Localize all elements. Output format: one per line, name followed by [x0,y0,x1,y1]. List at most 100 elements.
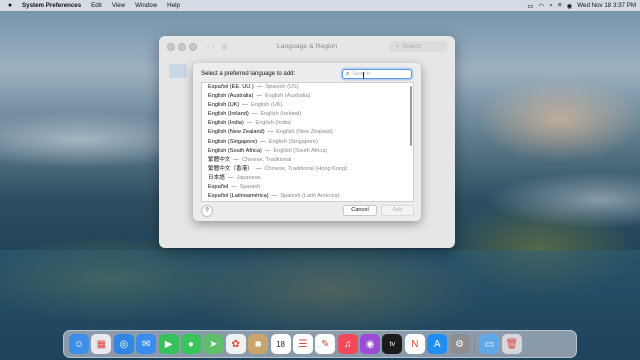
language-list-item[interactable]: 繁體中文（香港） — Chinese, Traditional (Hong Kong… [202,165,413,174]
reminders-icon[interactable]: ☰ [292,334,313,354]
system-preferences-icon[interactable]: ⚙ [449,334,470,354]
language-separator: — [256,93,262,100]
language-english-name: Spanish [239,184,261,191]
language-native-name: English (South Africa) [208,147,262,154]
photos-icon[interactable]: ✿ [225,334,246,354]
language-list-item[interactable]: Español — Spanish [202,183,413,192]
magnifier-icon: ⌕ [346,70,350,77]
language-english-name: English (South Africa) [273,147,328,154]
language-native-name: English (Australia) [208,93,254,100]
language-list-item[interactable]: English (Australia) — English (Australia) [202,92,413,101]
language-english-name: Spanish (Latin America) [280,193,340,200]
finder-icon[interactable]: ☺ [69,334,89,354]
add-button[interactable]: Add [381,205,414,216]
apple-menu-icon[interactable]: ● [6,2,14,9]
language-native-name: English (UK) [208,102,240,109]
language-native-name: English (Ireland) [208,111,249,118]
launchpad-icon[interactable]: ▦ [91,334,112,354]
text-cursor [363,72,364,79]
dock-separator [474,334,476,354]
language-separator: — [227,174,234,181]
menu-clock[interactable]: Wed Nov 18 3:37 PM [577,2,636,9]
menu-view[interactable]: View [112,2,125,9]
language-list-item[interactable]: English (Singapore) — English (Singapore) [202,138,413,147]
mail-icon[interactable]: ✉ [136,334,157,354]
podcasts-icon[interactable]: ◉ [360,334,381,354]
menu-bar: ● System Preferences Edit View Window He… [0,0,640,11]
menu-help[interactable]: Help [167,2,180,9]
messages-icon[interactable]: ● [180,334,201,354]
language-separator: — [231,184,237,191]
cancel-button[interactable]: Cancel [343,205,377,216]
language-separator: — [246,120,253,127]
menu-edit[interactable]: Edit [91,2,102,9]
battery-icon[interactable]: ▭ [527,2,533,10]
language-separator: — [264,147,271,154]
language-separator: — [256,84,263,90]
language-separator: — [255,165,262,172]
calendar-icon[interactable]: 18 [270,334,291,354]
tv-icon[interactable]: tv [382,334,403,354]
safari-icon[interactable]: ◎ [113,334,134,354]
language-english-name: English (Ireland) [260,111,302,118]
language-english-name: English (Singapore) [268,138,318,145]
language-list[interactable]: Español (EE. UU.) — Spanish (US) English (A… [201,82,414,202]
language-english-name: English (India) [255,120,292,127]
language-list-item[interactable]: English (New Zealand) — English (New Zeala… [202,128,413,137]
dock: ☺ ▦ ◎ ✉ ▶ ● ➤ ✿ ☻ 18 ☰ ✎ ♫ ◉ tv N A ⚙ ▭ 🗑 [63,330,577,358]
language-separator: — [242,102,248,109]
language-separator: — [233,156,239,163]
language-separator: — [251,111,258,118]
control-center-icon[interactable]: ≡ [558,2,562,9]
language-list-item[interactable]: 繁體中文 — Chinese, Traditional [202,156,413,165]
app-store-icon[interactable]: A [427,334,448,354]
trash-icon[interactable]: 🗑 [501,334,522,354]
language-search-field[interactable]: ⌕ [342,69,412,79]
globe-flag-icon [169,64,187,78]
menu-window[interactable]: Window [135,2,157,9]
contacts-icon[interactable]: ☻ [248,334,269,354]
language-english-name: Japanese [236,174,261,181]
language-list-item[interactable]: 日本語 — Japanese [202,174,413,183]
language-list-item[interactable]: English (Ireland) — English (Ireland) [202,110,413,119]
list-scrollbar-thumb[interactable] [409,86,412,146]
menu-app-name[interactable]: System Preferences [22,2,81,9]
language-english-name: English (Australia) [264,93,311,100]
menu-extras: ▭ ◠ ⌕ ≡ ◉ Wed Nov 18 3:37 PM [527,0,636,11]
language-native-name: Español [208,184,229,191]
language-english-name: Spanish (US) [265,84,299,90]
language-list-item[interactable]: English (South Africa) — English (South Af… [202,147,413,156]
spotlight-search-icon[interactable]: ⌕ [549,2,553,10]
search-icon: ⌕ [396,43,400,49]
window-titlebar: ‹› ⊞ Language & Region ⌕ Search [159,36,455,58]
help-button[interactable]: ? [201,205,213,217]
language-list-item[interactable]: English (India) — English (India) [202,119,413,128]
facetime-icon[interactable]: ▶ [158,334,179,354]
siri-icon[interactable]: ◉ [567,2,573,10]
language-native-name: 日本語 [208,174,225,181]
language-search-input[interactable] [352,70,401,78]
language-english-name: English (UK) [251,102,283,109]
language-english-name: Chinese, Traditional (Hong Kong) [264,165,348,172]
maps-icon[interactable]: ➤ [203,334,224,354]
language-native-name: Español (Latinoamérica) [208,193,269,200]
language-native-name: English (Singapore) [208,138,258,145]
language-native-name: Español (EE. UU.) [208,84,254,90]
window-search-field[interactable]: ⌕ Search [389,41,447,52]
language-list-item[interactable]: Español (EE. UU.) — Spanish (US) [202,83,413,92]
add-language-sheet: Select a preferred language to add: ⌕ Es… [193,63,421,221]
music-icon[interactable]: ♫ [337,334,358,354]
wifi-icon[interactable]: ◠ [539,2,545,10]
language-separator: — [260,138,266,145]
window-search-placeholder: Search [402,43,422,50]
language-english-name: English (New Zealand) [276,129,333,136]
notes-icon[interactable]: ✎ [315,334,336,354]
language-native-name: English (New Zealand) [208,129,265,136]
language-separator: — [267,129,274,136]
language-list-item[interactable]: English (UK) — English (UK) [202,101,413,110]
language-native-name: 繁體中文 [208,156,231,163]
language-native-name: English (India) [208,120,244,127]
language-list-item[interactable]: Español (Latinoamérica) — Spanish (Latin A… [202,192,413,201]
news-icon[interactable]: N [404,334,425,354]
downloads-folder-icon[interactable]: ▭ [479,334,500,354]
